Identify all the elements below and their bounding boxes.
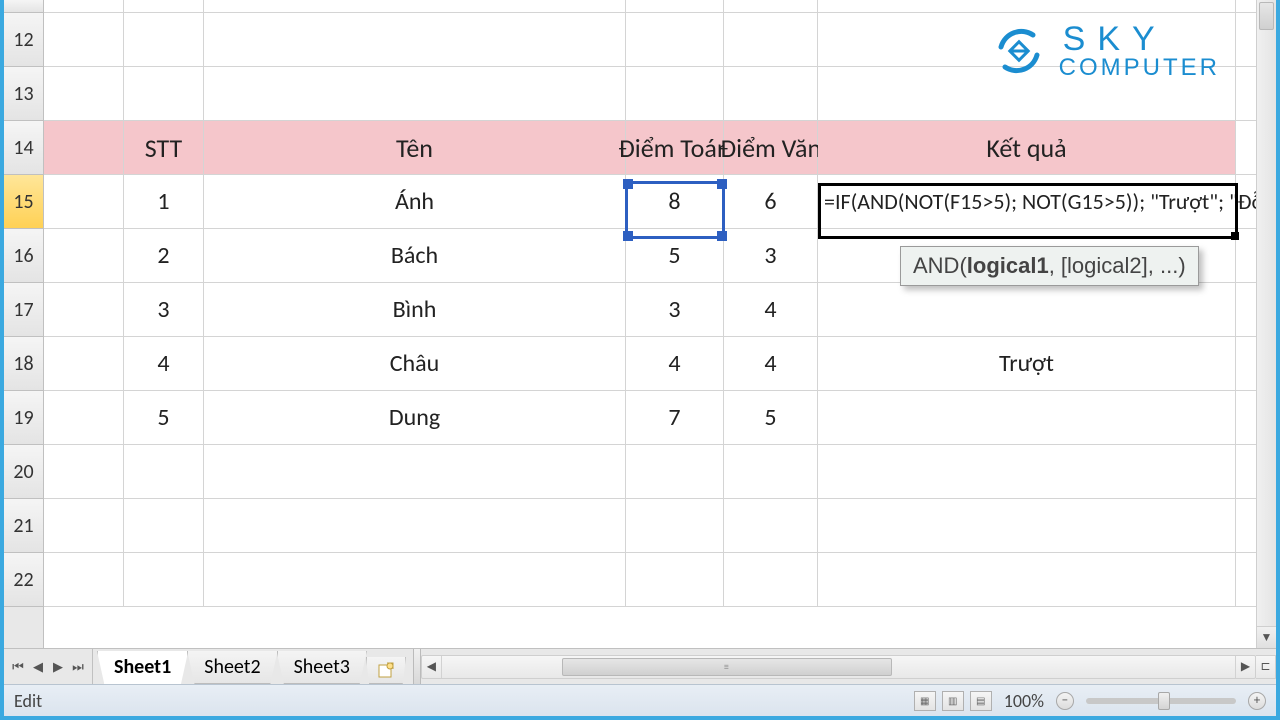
row-header-17[interactable]: 17 <box>4 283 43 337</box>
sheet-nav-last[interactable]: ⏭ <box>68 653 88 681</box>
row-header-15[interactable]: 15 <box>4 175 43 229</box>
col-header-van[interactable]: Điểm Văn <box>724 121 818 174</box>
row-header-20[interactable]: 20 <box>4 445 43 499</box>
hscroll-thumb[interactable]: ≡ <box>562 658 892 676</box>
data-row-5: 5 Dung 7 5 <box>44 391 1256 445</box>
table-header-row: STT Tên Điểm Toán Điểm Văn Kết quả <box>44 121 1256 175</box>
zoom-in-button[interactable]: + <box>1248 692 1266 710</box>
cell-toan[interactable]: 3 <box>626 283 724 336</box>
sheet-nav-first[interactable]: ⏮ <box>8 653 28 681</box>
data-row-1: 1 Ánh 8 6 =IF(AND(NOT(F15>5); NOT(G15>5)… <box>44 175 1256 229</box>
cell-stt[interactable]: 4 <box>124 337 204 390</box>
cell-van[interactable]: 5 <box>724 391 818 444</box>
zoom-slider-thumb[interactable] <box>1158 692 1170 710</box>
row-header-18[interactable]: 18 <box>4 337 43 391</box>
zoom-level: 100% <box>1004 690 1044 712</box>
cells-area[interactable]: STT Tên Điểm Toán Điểm Văn Kết quả 1 Ánh… <box>44 0 1256 648</box>
cell-toan[interactable]: 5 <box>626 229 724 282</box>
vertical-scrollbar[interactable]: ▼ <box>1256 0 1276 648</box>
cell-ketqua[interactable]: Trượt <box>818 337 1236 390</box>
row-21 <box>44 499 1256 553</box>
hscroll-split-button[interactable]: ⊏ <box>1256 655 1276 679</box>
zoom-slider[interactable] <box>1086 698 1236 704</box>
logo-text-line2: COMPUTER <box>1059 56 1220 80</box>
cell-stt[interactable]: 3 <box>124 283 204 336</box>
row-header-21[interactable]: 21 <box>4 499 43 553</box>
workbook-window: 12 13 14 15 16 17 18 19 20 21 22 STT Tên… <box>4 0 1276 716</box>
horizontal-scrollbar[interactable]: ◀ ≡ ▶ <box>421 655 1256 679</box>
cell-toan[interactable]: 7 <box>626 391 724 444</box>
col-header-ten[interactable]: Tên <box>204 121 626 174</box>
formula-tooltip: AND(logical1, [logical2], ...) <box>900 246 1199 286</box>
cell-ketqua[interactable] <box>818 283 1236 336</box>
row-header-gutter: 12 13 14 15 16 17 18 19 20 21 22 <box>4 0 44 648</box>
tooltip-fn: AND( <box>913 253 967 278</box>
cell-ten[interactable]: Bình <box>204 283 626 336</box>
cell-ketqua[interactable] <box>818 391 1236 444</box>
cell-ten[interactable]: Châu <box>204 337 626 390</box>
cell-van[interactable]: 4 <box>724 337 818 390</box>
cell-van[interactable]: 6 <box>724 175 818 228</box>
spreadsheet-grid[interactable]: 12 13 14 15 16 17 18 19 20 21 22 STT Tên… <box>4 0 1276 648</box>
sheet-nav-next[interactable]: ▶ <box>48 653 68 681</box>
status-bar: Edit ▦ ▥ ▤ 100% − + <box>4 684 1276 716</box>
data-row-4: 4 Châu 4 4 Trượt <box>44 337 1256 391</box>
insert-sheet-button[interactable] <box>366 657 406 684</box>
hscroll-right-button[interactable]: ▶ <box>1235 656 1255 678</box>
logo-icon <box>991 23 1047 79</box>
cell-van[interactable]: 4 <box>724 283 818 336</box>
row-header-13[interactable]: 13 <box>4 67 43 121</box>
row-20 <box>44 445 1256 499</box>
sheet-nav-prev[interactable]: ◀ <box>28 653 48 681</box>
sheet-tab-1[interactable]: Sheet1 <box>97 651 188 684</box>
cell-formula-editing[interactable]: =IF(AND(NOT(F15>5); NOT(G15>5)); "Trượt"… <box>818 175 1236 228</box>
row-header-16[interactable]: 16 <box>4 229 43 283</box>
cell-ten[interactable]: Ánh <box>204 175 626 228</box>
data-row-3: 3 Bình 3 4 <box>44 283 1256 337</box>
status-mode: Edit <box>14 690 42 712</box>
view-normal-button[interactable]: ▦ <box>914 691 936 711</box>
sheet-tab-bar: ⏮ ◀ ▶ ⏭ Sheet1 Sheet2 Sheet3 ◀ ≡ ▶ ⊏ <box>4 648 1276 684</box>
logo-text-line1: SKY <box>1063 22 1220 56</box>
row-header-14[interactable]: 14 <box>4 121 43 175</box>
cell-ten[interactable]: Bách <box>204 229 626 282</box>
row-header-22[interactable]: 22 <box>4 553 43 607</box>
hscroll-left-button[interactable]: ◀ <box>422 656 442 678</box>
cell-ten[interactable]: Dung <box>204 391 626 444</box>
cell-stt[interactable]: 5 <box>124 391 204 444</box>
cell-van[interactable]: 3 <box>724 229 818 282</box>
cell-stt[interactable]: 1 <box>124 175 204 228</box>
col-header-toan[interactable]: Điểm Toán <box>626 121 724 174</box>
row-header[interactable] <box>4 0 43 13</box>
row-22 <box>44 553 1256 607</box>
zoom-out-button[interactable]: − <box>1056 692 1074 710</box>
row-header-12[interactable]: 12 <box>4 13 43 67</box>
cell-toan[interactable]: 4 <box>626 337 724 390</box>
sheet-nav-buttons: ⏮ ◀ ▶ ⏭ <box>4 649 93 684</box>
tooltip-rest: , [logical2], ...) <box>1049 253 1186 278</box>
row-header-19[interactable]: 19 <box>4 391 43 445</box>
tooltip-arg-current: logical1 <box>967 253 1049 278</box>
tab-split-handle[interactable] <box>413 649 421 684</box>
vscroll-thumb[interactable] <box>1259 2 1274 30</box>
cell-stt[interactable]: 2 <box>124 229 204 282</box>
col-header-ketqua[interactable]: Kết quả <box>818 121 1236 174</box>
sheet-tab-2[interactable]: Sheet2 <box>187 651 277 684</box>
sheet-tab-3[interactable]: Sheet3 <box>277 651 367 684</box>
view-page-break-button[interactable]: ▤ <box>970 691 992 711</box>
cell-toan[interactable]: 8 <box>626 175 724 228</box>
vscroll-down-button[interactable]: ▼ <box>1257 626 1276 648</box>
col-header-stt[interactable]: STT <box>124 121 204 174</box>
watermark-logo: SKY COMPUTER <box>991 22 1220 80</box>
view-page-layout-button[interactable]: ▥ <box>942 691 964 711</box>
